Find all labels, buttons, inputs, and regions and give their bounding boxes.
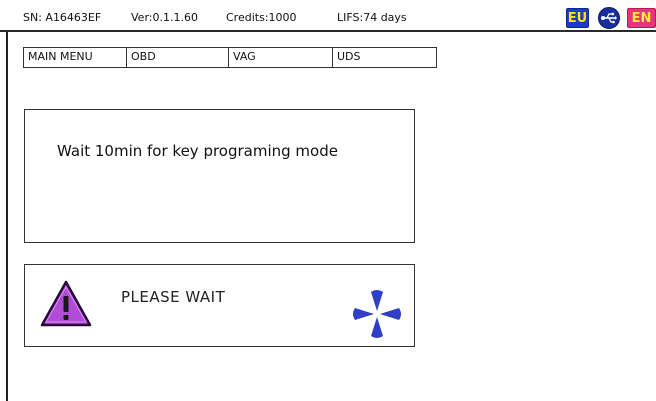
english-language-icon[interactable]: EN xyxy=(627,8,656,28)
screen-left-border xyxy=(6,30,8,401)
please-wait-text: PLEASE WAIT xyxy=(121,288,226,306)
serial-number: SN: A16463EF xyxy=(23,11,102,24)
usb-icon[interactable] xyxy=(598,7,620,29)
eu-region-icon[interactable]: EU xyxy=(566,8,589,28)
menu-tab-uds[interactable]: UDS xyxy=(333,48,436,67)
menu-tab-obd[interactable]: OBD xyxy=(127,48,229,67)
message-box: Wait 10min for key programing mode xyxy=(24,109,415,243)
status-bar: SN: A16463EF Ver:0.1.1.60 Credits:1000 L… xyxy=(0,0,656,32)
menu-tab-vag[interactable]: VAG xyxy=(229,48,333,67)
message-text: Wait 10min for key programing mode xyxy=(57,142,338,160)
spinner-icon xyxy=(350,289,404,343)
version-label: Ver:0.1.1.60 xyxy=(131,11,198,24)
warning-triangle-icon xyxy=(39,279,93,333)
breadcrumb-menu: MAIN MENU OBD VAG UDS xyxy=(23,47,437,68)
wait-status-box: PLEASE WAIT xyxy=(24,264,415,347)
menu-tab-main-menu[interactable]: MAIN MENU xyxy=(24,48,127,67)
lifs-label: LIFS:74 days xyxy=(337,11,407,24)
credits-label: Credits:1000 xyxy=(226,11,297,24)
